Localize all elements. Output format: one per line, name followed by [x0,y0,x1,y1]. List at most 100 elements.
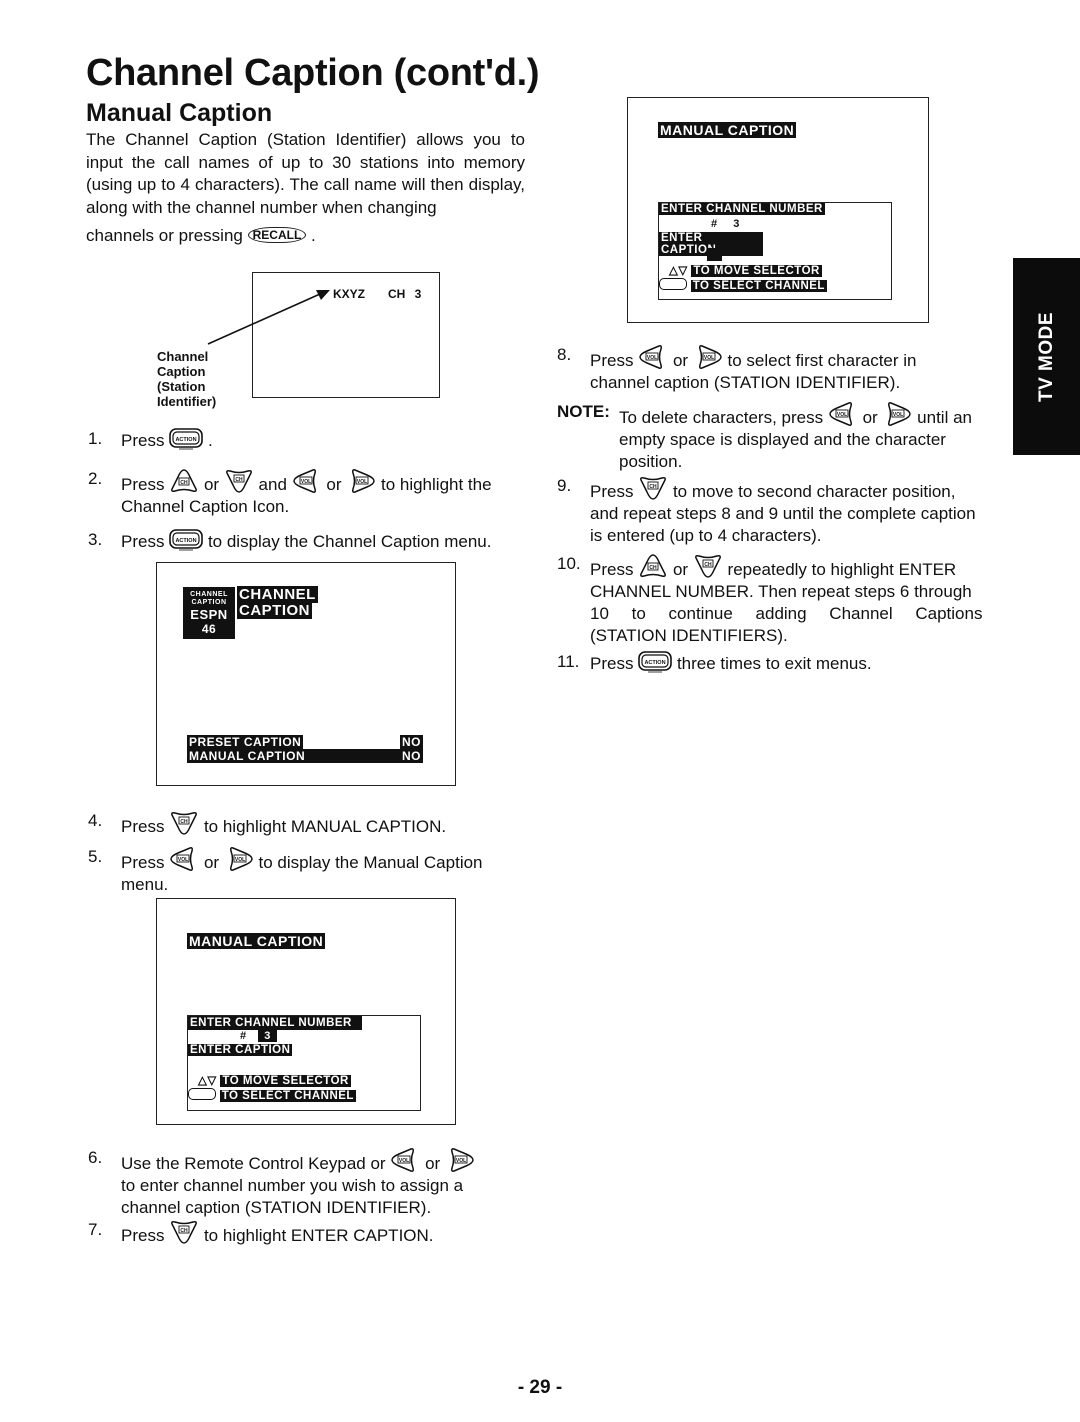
menu-item-value: NO [400,749,423,763]
callout-label: Channel Caption (Station Identifier) [157,349,216,409]
step-text-part: or [326,475,342,494]
step-text: Press three times to exit menus. [590,651,872,675]
step-text-part: to select first character in [727,351,917,370]
tv-screen-manual-caption-1: MANUAL CAPTION ENTER CHANNEL NUMBER # 3 … [156,898,456,1125]
ch-down-button-icon [224,468,254,494]
hint-select-channel: TO SELECT CHANNEL [659,278,827,292]
step-text: Press to display the Channel Caption men… [121,529,491,553]
step-text-part: Press [121,853,165,872]
step-text-part: menu. [121,875,169,894]
channel-number: CH 3 [388,287,422,301]
ch-down-button-icon [169,1219,199,1245]
menu-heading: CHANNEL CAPTION [237,586,318,619]
callout-line: Caption [157,364,206,379]
channel-value-field[interactable]: 3 [258,1030,277,1042]
step-text: Press to highlight ENTER CAPTION. [121,1219,434,1247]
action-button-icon [169,428,203,450]
section-tab-label: TV MODE [1035,311,1057,402]
enter-channel-number-item[interactable]: ENTER CHANNEL NUMBER [659,203,825,215]
hint-move-selector: △▽ TO MOVE SELECTOR [669,263,822,277]
step-number: 8. [557,345,572,364]
icon-label: CHANNEL [190,591,228,598]
note-text-part: To delete characters, press [619,408,824,427]
menu-item-value: NO [400,735,423,749]
menu-item-label: PRESET CAPTION [187,735,304,749]
step-text-part: CHANNEL NUMBER. Then repeat steps 6 thro… [590,582,972,601]
ch-down-button-icon [693,553,723,579]
step-text-part: or [425,1154,441,1173]
enter-channel-number-item[interactable]: ENTER CHANNEL NUMBER [188,1016,362,1030]
step-text: Press or and or to highlight the Channel… [121,468,526,518]
up-down-arrows-icon: △▽ [198,1075,217,1087]
step-text: Press . [121,428,213,452]
step-text-part: Press [121,475,165,494]
step-text-part: channel caption (STATION IDENTIFIER). [121,1198,432,1217]
vol-right-button-icon [882,401,912,427]
vol-left-button-icon [169,846,199,872]
vol-right-button-icon [224,846,254,872]
step-text: Press or to display the Manual Caption m… [121,846,526,896]
callout-line: Identifier) [157,394,217,409]
icon-label: CAPTION [191,599,227,606]
step-text-part: Press [121,431,165,450]
step-text-part: . [207,431,213,450]
step-number: 7. [88,1220,103,1239]
step-text-part: to highlight ENTER CAPTION. [203,1226,434,1245]
intro-paragraph: The Channel Caption (Station Identifier)… [86,129,525,248]
step-text-part: or [672,351,689,370]
step-number: 9. [557,476,572,495]
section-tab: TV MODE [1013,258,1080,455]
step-text-part: (STATION IDENTIFIERS). [590,626,788,645]
intro-end: channels or pressing RECALL . [86,226,316,245]
step-number: 6. [88,1148,103,1167]
note-text-part: until an [917,408,972,427]
menu-item-label: MANUAL CAPTION [187,749,308,763]
enter-caption-item[interactable]: ENTER CAPTION [188,1044,293,1056]
up-down-arrows-icon: △▽ [669,265,688,277]
heading-line: CHANNEL [237,586,318,603]
ch-down-button-icon [169,810,199,836]
hint-text: TO MOVE SELECTOR [691,265,822,277]
enter-channel-row: ENTER CHANNEL NUMBER [188,1016,362,1030]
step-text: Press or repeatedly to highlight ENTER C… [590,553,1000,647]
hint-select-channel: TO SELECT CHANNEL [188,1088,356,1102]
step-text-part: or [203,853,220,872]
vol-right-button-icon [346,468,376,494]
note-text: To delete characters, press or until an … [619,401,999,473]
hash-symbol: # [711,218,718,230]
step-text-part: to display the Manual Caption [258,853,483,872]
recall-button-icon: RECALL [247,227,307,243]
step-text-part: or [672,560,689,579]
intro-end-text: channels or pressing [86,226,243,245]
step-text-part: Press [590,654,634,673]
step-text-part: Press [590,351,634,370]
step-text-part: Use the Remote Control Keypad or [121,1154,386,1173]
note-text-part: or [862,408,878,427]
callout-line: Channel [157,349,209,364]
menu-item-manual-caption[interactable]: MANUAL CAPTION NO [187,749,423,763]
vol-left-button-icon [292,468,322,494]
ch-down-button-icon [638,475,668,501]
callout-line: (Station [157,379,206,394]
caption-entry-box: ENTER CHANNEL NUMBER # 3 ENTER CAPTION △… [658,202,892,300]
step-number: 1. [88,429,103,448]
channel-value-field[interactable]: 3 [733,218,740,230]
icon-station: ESPN [190,607,228,622]
step-text-part: Press [121,1226,165,1245]
step-text-part: repeatedly to highlight ENTER [727,560,957,579]
action-button-icon [169,529,203,551]
channel-entry-row: # 3 [240,1030,277,1043]
step-text-part: to display the Channel Caption menu. [207,532,492,551]
step-text-part: 10 to continue adding Channel Captions [590,604,983,623]
step-number: 4. [88,811,103,830]
caption-cursor [707,248,722,261]
step-number: 10. [557,554,581,573]
menu-item-preset-caption[interactable]: PRESET CAPTION NO [187,735,423,749]
step-text: Press to move to second character positi… [590,475,1000,547]
note-label: NOTE: [557,402,610,421]
channel-entry-row: # 3 [711,218,740,230]
step-text: Press or to select first character in ch… [590,344,1000,394]
ch-up-button-icon [169,468,199,494]
step-text-part: channel caption (STATION IDENTIFIER). [590,373,901,392]
step-text-part: three times to exit menus. [676,654,872,673]
